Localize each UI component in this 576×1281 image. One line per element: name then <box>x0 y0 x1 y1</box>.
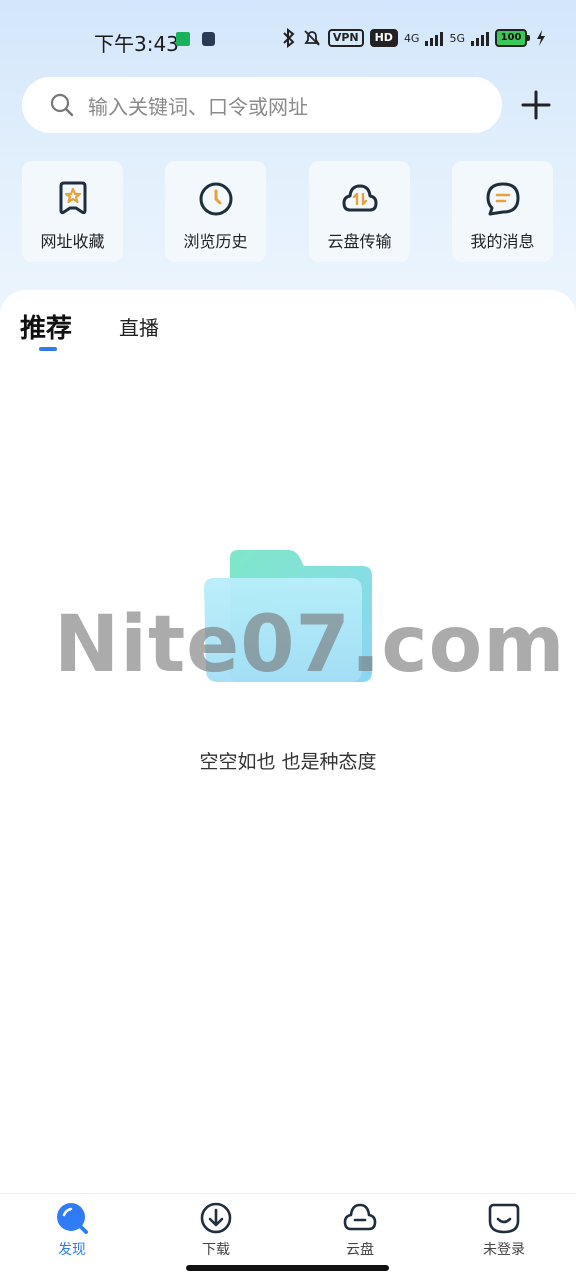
network-label-1: 4G <box>403 31 420 45</box>
notification-cat-icon <box>202 32 215 46</box>
nav-cloud-drive[interactable]: 云盘 <box>310 1201 410 1259</box>
status-bar: 下午3:43 VPN HD 4G 5G 100 <box>0 0 576 80</box>
cloud-transfer-icon <box>342 184 377 212</box>
notification-app-icon <box>176 32 190 46</box>
message-icon <box>486 182 519 216</box>
quick-link-label: 浏览历史 <box>183 232 248 251</box>
active-tab-indicator <box>39 347 57 351</box>
nav-label: 下载 <box>202 1242 230 1258</box>
quick-link-label: 我的消息 <box>470 232 535 251</box>
nav-label: 未登录 <box>483 1242 525 1258</box>
battery-level: 100 <box>495 29 527 47</box>
content-card: 推荐 直播 Nite07.com 空空如也 也是种态度 <box>0 290 576 1195</box>
nav-label: 云盘 <box>346 1242 374 1258</box>
search-bar[interactable]: 输入关键词、口令或网址 <box>22 77 502 133</box>
quick-link-history[interactable]: 浏览历史 <box>165 161 266 262</box>
discover-icon <box>57 1203 88 1234</box>
download-icon <box>200 1202 232 1234</box>
account-icon <box>488 1203 520 1234</box>
tab-recommend[interactable]: 推荐 <box>20 308 72 345</box>
quick-link-messages[interactable]: 我的消息 <box>452 161 553 262</box>
cloud-drive-icon <box>343 1203 377 1231</box>
bookmark-star-icon <box>59 181 86 215</box>
nav-label: 发现 <box>58 1242 86 1258</box>
search-placeholder: 输入关键词、口令或网址 <box>88 94 308 119</box>
quick-link-label: 云盘传输 <box>327 232 392 251</box>
nav-account[interactable]: 未登录 <box>454 1201 554 1259</box>
signal-icon <box>425 30 444 46</box>
network-label-2: 5G <box>449 31 465 45</box>
vpn-badge: VPN <box>327 29 364 47</box>
quick-link-label: 网址收藏 <box>40 232 105 251</box>
status-indicators: VPN HD 4G 5G 100 <box>282 28 546 48</box>
nav-discover[interactable]: 发现 <box>22 1201 122 1259</box>
nav-download[interactable]: 下载 <box>166 1201 266 1259</box>
mute-bell-icon <box>304 30 320 46</box>
add-button[interactable] <box>520 89 552 121</box>
quick-link-bookmarks[interactable]: 网址收藏 <box>22 161 123 262</box>
clock-icon <box>199 182 232 216</box>
watermark: Nite07.com <box>54 600 566 690</box>
tab-live[interactable]: 直播 <box>119 312 159 341</box>
empty-state-message: 空空如也 也是种态度 <box>199 751 377 773</box>
charging-icon <box>537 30 545 46</box>
search-icon <box>50 93 74 117</box>
quick-link-cloud-transfer[interactable]: 云盘传输 <box>309 161 410 262</box>
signal-icon-2 <box>471 30 489 46</box>
status-time: 下午3:43 <box>94 32 179 56</box>
battery-icon: 100 <box>495 29 530 47</box>
hd-badge: HD <box>369 29 398 47</box>
home-indicator[interactable] <box>186 1265 389 1271</box>
bluetooth-icon <box>283 28 295 48</box>
